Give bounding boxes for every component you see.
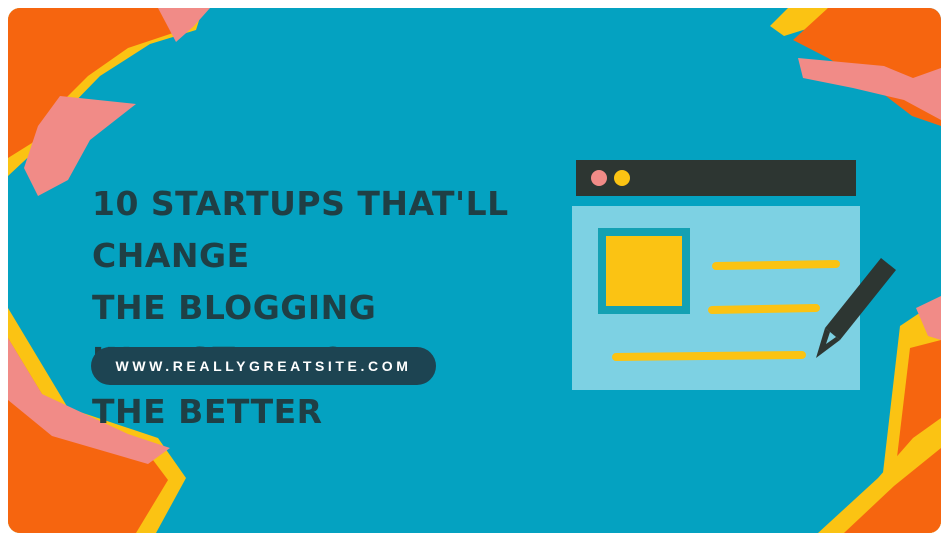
website-url[interactable]: WWW.REALLYGREATSITE.COM — [116, 358, 412, 374]
browser-window-icon — [572, 160, 896, 390]
text-line — [612, 351, 806, 361]
headline-line: THE BETTER — [92, 392, 323, 431]
headline-line: 10 STARTUPS THAT'LL CHANGE — [92, 184, 509, 275]
image-placeholder-fill — [606, 236, 682, 306]
blog-banner: 10 STARTUPS THAT'LL CHANGE THE BLOGGING … — [8, 8, 941, 533]
text-line — [708, 304, 820, 314]
window-close-dot — [591, 170, 607, 186]
website-url-pill[interactable]: WWW.REALLYGREATSITE.COM — [91, 347, 436, 385]
headline: 10 STARTUPS THAT'LL CHANGE THE BLOGGING … — [92, 178, 542, 438]
text-line — [712, 260, 840, 270]
window-minimize-dot — [614, 170, 630, 186]
